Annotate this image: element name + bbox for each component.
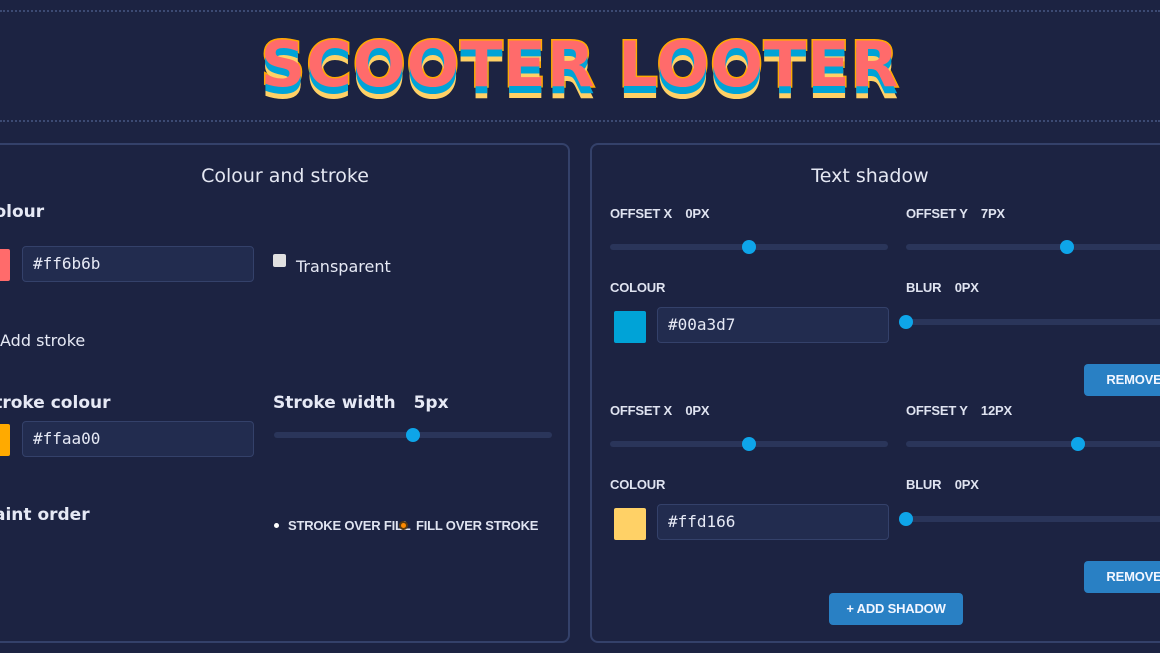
shadow-1-offset-y-slider[interactable] [906, 240, 1160, 254]
offset-y-value: 7PX [980, 206, 1005, 221]
shadow-2-colour-swatch[interactable] [614, 508, 646, 540]
offset-x-value: 0PX [685, 403, 710, 418]
shadow-1-colour-hex-input[interactable]: #00a3d7 [657, 307, 889, 343]
transparent-label: Transparent [296, 257, 391, 276]
transparent-checkbox[interactable] [273, 254, 286, 267]
stroke-width-slider[interactable] [274, 428, 552, 442]
slider-thumb[interactable] [1071, 437, 1086, 451]
shadow-2-colour-hex-input[interactable]: #ffd166 [657, 504, 889, 540]
colour-swatch[interactable] [0, 249, 10, 281]
shadow-2-offset-y-label: OFFSET Y 12PX [906, 403, 1012, 418]
shadow-1-offset-y-label: OFFSET Y 7PX [906, 206, 1005, 221]
text-shadow-panel: Text shadow OFFSET X 0PX OFFSET Y 7PX CO… [590, 143, 1160, 643]
paint-order-option-fill-over-stroke[interactable]: FILL OVER STROKE [416, 518, 538, 533]
stroke-width-label: Stroke width 5px [273, 393, 449, 413]
offset-y-value: 12PX [980, 403, 1012, 418]
panel-title: Text shadow [811, 165, 929, 187]
offset-x-title: OFFSET X [610, 206, 672, 221]
shadow-1-offset-x-label: OFFSET X 0PX [610, 206, 710, 221]
shadow-2-blur-label: BLUR 0PX [906, 477, 979, 492]
paint-order-radio-stroke-over-fill[interactable] [274, 523, 279, 528]
shadow-2-colour-label: COLOUR [610, 477, 666, 492]
offset-x-title: OFFSET X [610, 403, 672, 418]
slider-thumb[interactable] [899, 512, 913, 526]
slider-thumb[interactable] [742, 240, 756, 254]
stroke-width-slider-thumb[interactable] [406, 428, 420, 442]
shadow-1-blur-label: BLUR 0PX [906, 280, 979, 295]
offset-x-value: 0PX [685, 206, 710, 221]
stroke-width-title: Stroke width [273, 393, 396, 413]
shadow-2-remove-button[interactable]: REMOVE [1084, 561, 1160, 593]
slider-thumb[interactable] [1060, 240, 1075, 254]
shadow-2-offset-y-slider[interactable] [906, 437, 1160, 451]
colour-label: Colour [0, 202, 45, 222]
colour-stroke-panel: Colour and stroke Colour #ff6b6b Transpa… [0, 143, 570, 643]
shadow-2-offset-x-label: OFFSET X 0PX [610, 403, 710, 418]
preview-divider [0, 120, 1160, 122]
blur-title: BLUR [906, 477, 942, 492]
slider-thumb[interactable] [742, 437, 756, 451]
stroke-colour-hex-input[interactable]: #ffaa00 [22, 421, 254, 457]
paint-order-option-stroke-over-fill[interactable]: STROKE OVER FILL [288, 518, 411, 533]
offset-y-title: OFFSET Y [906, 403, 968, 418]
shadow-1-offset-x-slider[interactable] [610, 240, 888, 254]
stroke-colour-swatch[interactable] [0, 424, 10, 456]
preview-title: SCOOTER LOOTER [259, 27, 900, 103]
blur-title: BLUR [906, 280, 942, 295]
panel-title: Colour and stroke [201, 165, 369, 187]
blur-value: 0PX [954, 280, 979, 295]
shadow-1-remove-button[interactable]: REMOVE [1084, 364, 1160, 396]
paint-order-label: Paint order [0, 505, 90, 525]
offset-y-title: OFFSET Y [906, 206, 968, 221]
stroke-colour-label: Stroke colour [0, 393, 111, 413]
top-divider [0, 10, 1160, 12]
slider-thumb[interactable] [899, 315, 913, 329]
add-stroke-label: Add stroke [0, 331, 86, 350]
colour-hex-input[interactable]: #ff6b6b [22, 246, 254, 282]
stroke-width-value: 5px [413, 393, 449, 413]
paint-order-radio-fill-over-stroke[interactable] [401, 523, 406, 528]
shadow-1-blur-slider[interactable] [899, 315, 1160, 329]
blur-value: 0PX [954, 477, 979, 492]
add-shadow-button[interactable]: + ADD SHADOW [829, 593, 963, 625]
shadow-1-colour-swatch[interactable] [614, 311, 646, 343]
shadow-1-colour-label: COLOUR [610, 280, 666, 295]
shadow-2-blur-slider[interactable] [899, 512, 1160, 526]
shadow-2-offset-x-slider[interactable] [610, 437, 888, 451]
